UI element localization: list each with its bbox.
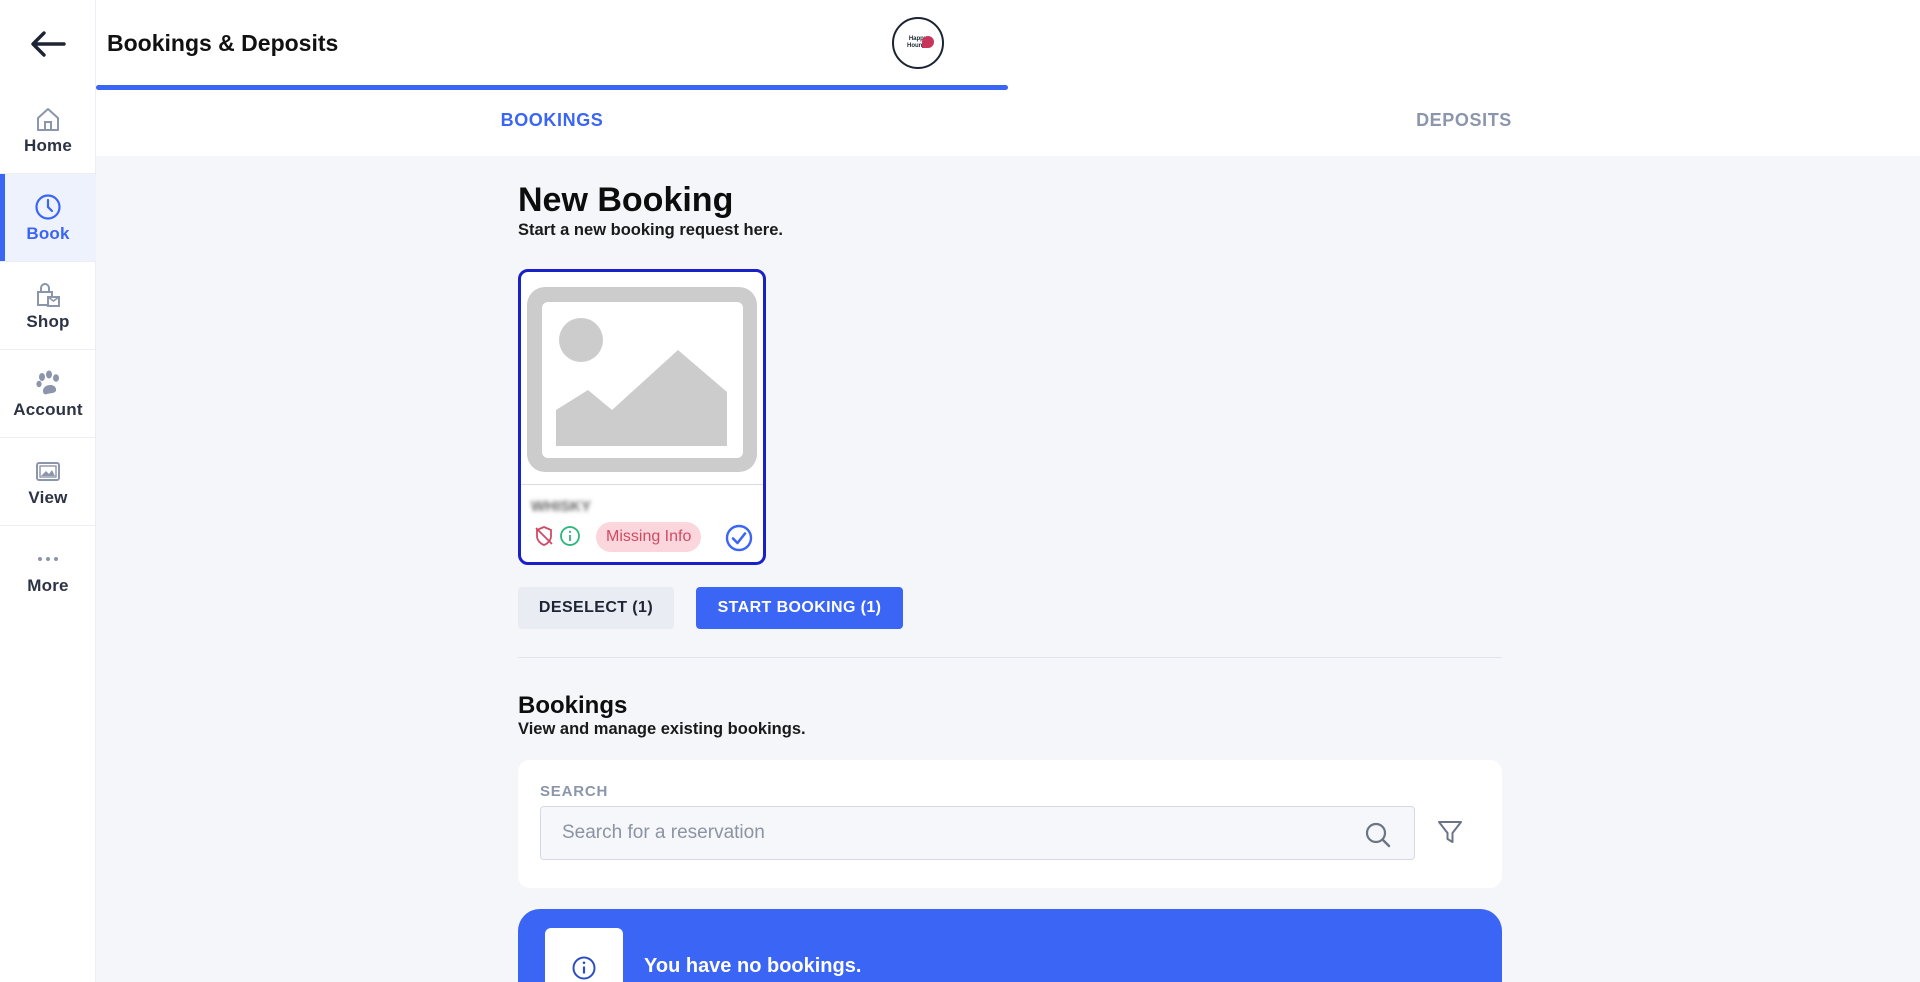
sidebar-item-label: Book (26, 223, 70, 243)
tab-bookings[interactable]: BOOKINGS (96, 85, 1008, 156)
bookings-subtitle: View and manage existing bookings. (518, 720, 806, 738)
brand-logo: Happy Houndz (892, 17, 944, 69)
home-icon (33, 104, 63, 134)
missing-info-badge: Missing Info (596, 522, 702, 552)
sidebar-item-shop[interactable]: Shop (0, 262, 96, 350)
sidebar-item-more[interactable]: More (0, 526, 96, 614)
sidebar-item-label: Home (23, 135, 73, 155)
start-booking-button[interactable]: START BOOKING (1) (696, 587, 903, 629)
new-booking-title: New Booking (518, 181, 734, 219)
more-icon (33, 544, 63, 574)
image-placeholder-icon (555, 317, 727, 446)
sidebar-item-label: Account (13, 399, 83, 419)
main-content: New Booking Start a new booking request … (518, 180, 1502, 982)
page-title: Bookings & Deposits (107, 30, 339, 56)
new-booking-subtitle: Start a new booking request here. (518, 220, 783, 239)
info-circle-icon (560, 526, 580, 546)
pet-card[interactable]: WHISKY Missing Info (518, 269, 766, 565)
sidebar-item-label: Shop (26, 311, 70, 331)
clock-icon (33, 192, 63, 222)
sidebar-item-view[interactable]: View (0, 438, 96, 526)
tabs: BOOKINGS DEPOSITS (96, 85, 1920, 156)
arrow-left-icon (31, 31, 66, 57)
search-input[interactable] (541, 807, 1414, 859)
header: Bookings & Deposits Happy Houndz BOOKING… (96, 0, 1920, 156)
shop-icon (33, 280, 63, 310)
sidebar-nav: Home Book Shop Account View More (0, 86, 96, 614)
section-divider (518, 657, 1502, 658)
back-button[interactable] (28, 24, 68, 64)
paw-icon (33, 368, 63, 398)
search-card: SEARCH (518, 760, 1502, 888)
shield-off-icon (535, 526, 553, 546)
search-box (540, 806, 1415, 860)
bookings-title: Bookings (518, 692, 628, 719)
pet-status-icons (533, 525, 581, 547)
deselect-button[interactable]: DESELECT (1) (518, 587, 674, 629)
image-icon (33, 456, 63, 486)
logo-heart-icon (922, 36, 934, 48)
sidebar-item-label: View (28, 487, 68, 507)
sidebar-item-label: More (27, 576, 69, 595)
card-divider (521, 484, 763, 485)
booking-actions: DESELECT (1) START BOOKING (1) (518, 587, 903, 629)
sidebar-item-account[interactable]: Account (0, 350, 96, 438)
tab-deposits[interactable]: DEPOSITS (1008, 85, 1920, 156)
search-icon[interactable] (1364, 821, 1392, 849)
check-circle-icon[interactable] (725, 524, 753, 552)
sidebar-item-book[interactable]: Book (0, 174, 96, 262)
pet-name: WHISKY (531, 498, 591, 515)
filter-icon[interactable] (1436, 818, 1464, 846)
pet-photo-placeholder (527, 287, 757, 472)
info-icon (572, 956, 596, 980)
sidebar-item-home[interactable]: Home (0, 86, 96, 174)
sidebar: Home Book Shop Account View More (0, 0, 96, 982)
empty-bookings-banner: You have no bookings. (518, 909, 1502, 982)
empty-bookings-message: You have no bookings. (644, 955, 862, 977)
info-box (545, 928, 623, 982)
search-label: SEARCH (540, 783, 609, 800)
